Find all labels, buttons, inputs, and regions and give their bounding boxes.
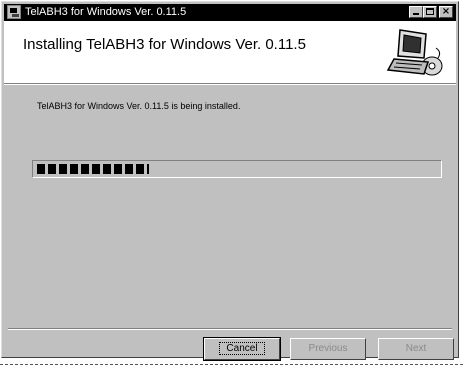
computer-install-icon — [386, 29, 443, 76]
minimize-button[interactable] — [409, 6, 423, 18]
footer-divider — [8, 328, 452, 330]
title-bar[interactable]: TelABH3 for Windows Ver. 0.11.5 × — [4, 4, 456, 21]
next-button[interactable]: Next — [378, 338, 454, 360]
cancel-button[interactable]: Cancel — [203, 337, 281, 361]
close-button[interactable]: × — [439, 6, 453, 18]
app-icon[interactable] — [7, 5, 21, 19]
cancel-button-label: Cancel — [219, 342, 265, 355]
install-progress-bar — [32, 160, 442, 178]
previous-button[interactable]: Previous — [290, 338, 366, 360]
page-title: Installing TelABH3 for Windows Ver. 0.11… — [23, 36, 306, 53]
header-banner: Installing TelABH3 for Windows Ver. 0.11… — [4, 21, 456, 85]
progress-fill — [37, 164, 149, 174]
page-edge-divider — [0, 364, 463, 365]
install-status-text: TelABH3 for Windows Ver. 0.11.5 is being… — [37, 101, 241, 111]
maximize-button[interactable] — [423, 6, 437, 18]
installer-window: TelABH3 for Windows Ver. 0.11.5 × Instal… — [1, 1, 459, 361]
window-title: TelABH3 for Windows Ver. 0.11.5 — [25, 6, 187, 18]
